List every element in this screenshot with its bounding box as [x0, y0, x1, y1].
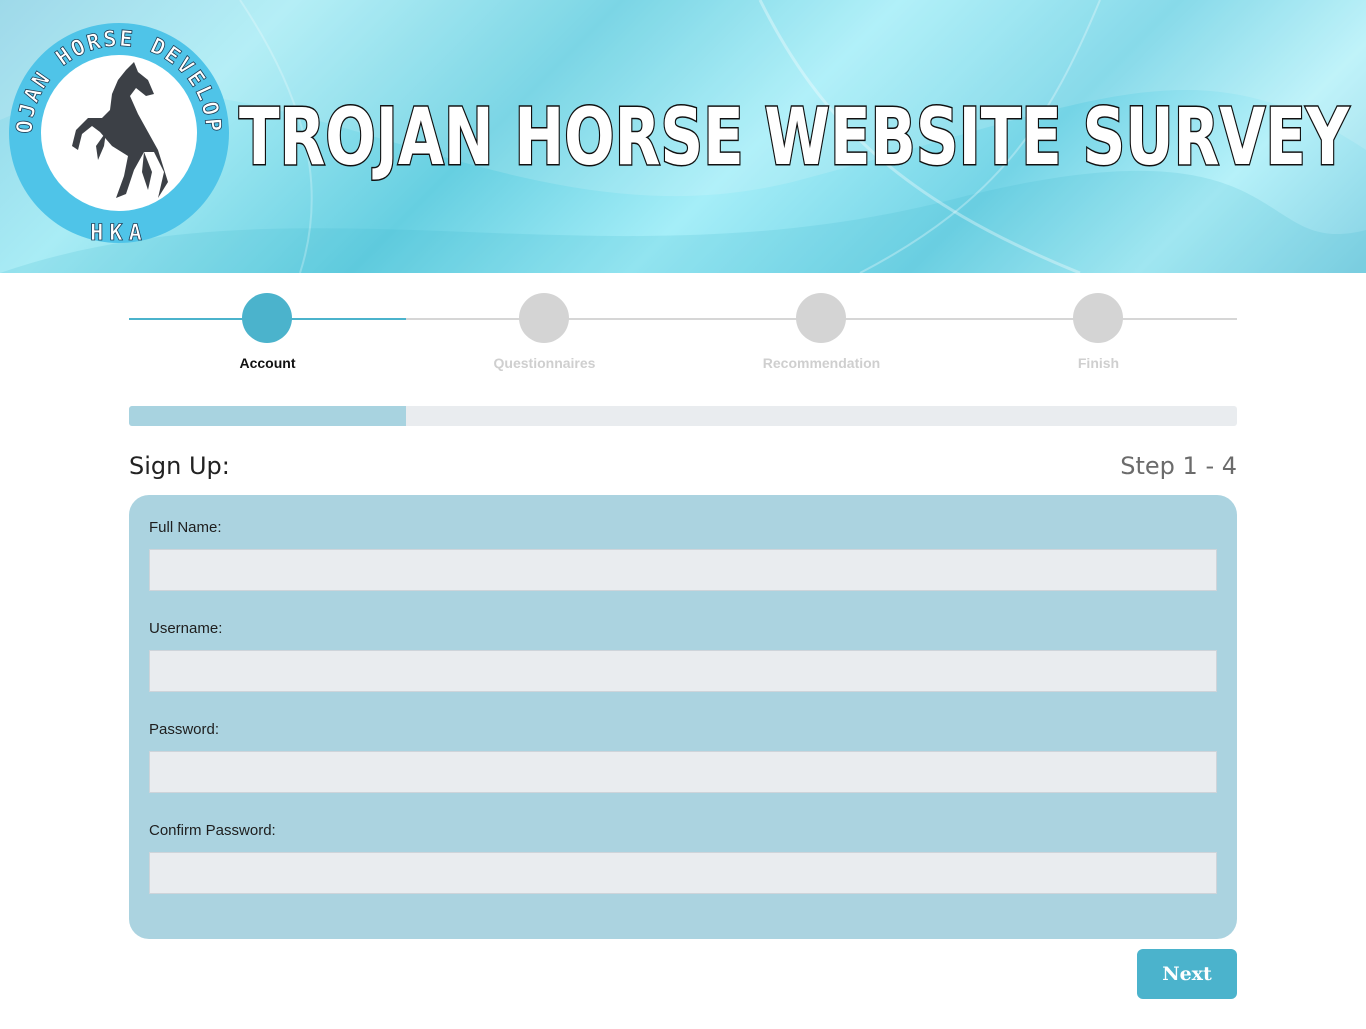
confirm-password-input[interactable]: [149, 852, 1217, 894]
step-counter: Step 1 - 4: [1120, 452, 1237, 480]
step-circle: [796, 293, 846, 343]
svg-text:HKA: HKA: [90, 221, 148, 244]
step-finish[interactable]: Finish: [960, 292, 1237, 382]
step-account[interactable]: Account: [129, 292, 406, 382]
full-name-label: Full Name:: [149, 519, 222, 536]
progress-bar: [129, 406, 1237, 426]
full-name-input[interactable]: [149, 549, 1217, 591]
username-input[interactable]: [149, 650, 1217, 692]
password-input[interactable]: [149, 751, 1217, 793]
username-label: Username:: [149, 620, 223, 637]
step-label: Finish: [1077, 355, 1120, 371]
step-circle: [1073, 293, 1123, 343]
step-label: Questionnaires: [493, 355, 596, 371]
progress-bar-fill: [129, 406, 406, 426]
confirm-password-label: Confirm Password:: [149, 822, 276, 839]
next-button[interactable]: Next: [1137, 949, 1237, 999]
step-recommendation[interactable]: Recommendation: [683, 292, 960, 382]
progress-stepper: Account Questionnaires Recommendation Fi…: [129, 292, 1237, 382]
form-heading: Sign Up:: [129, 452, 230, 480]
svg-text:TROJAN HORSE WEBSITE SURVEY: TROJAN HORSE WEBSITE SURVEY: [239, 93, 1350, 183]
header-banner: TROJAN HORSE DEVELOPER HKA TROJAN HORSE …: [0, 0, 1366, 273]
step-circle: [519, 293, 569, 343]
step-label: Recommendation: [762, 355, 881, 371]
hka-logo: TROJAN HORSE DEVELOPER HKA: [8, 22, 229, 244]
step-label: Account: [239, 355, 296, 371]
password-label: Password:: [149, 721, 220, 738]
signup-form: Full Name: Username: Password: Confirm P…: [129, 495, 1237, 939]
banner-title: TROJAN HORSE WEBSITE SURVEY: [238, 92, 1352, 185]
step-questionnaires[interactable]: Questionnaires: [406, 292, 683, 382]
step-circle: [242, 293, 292, 343]
